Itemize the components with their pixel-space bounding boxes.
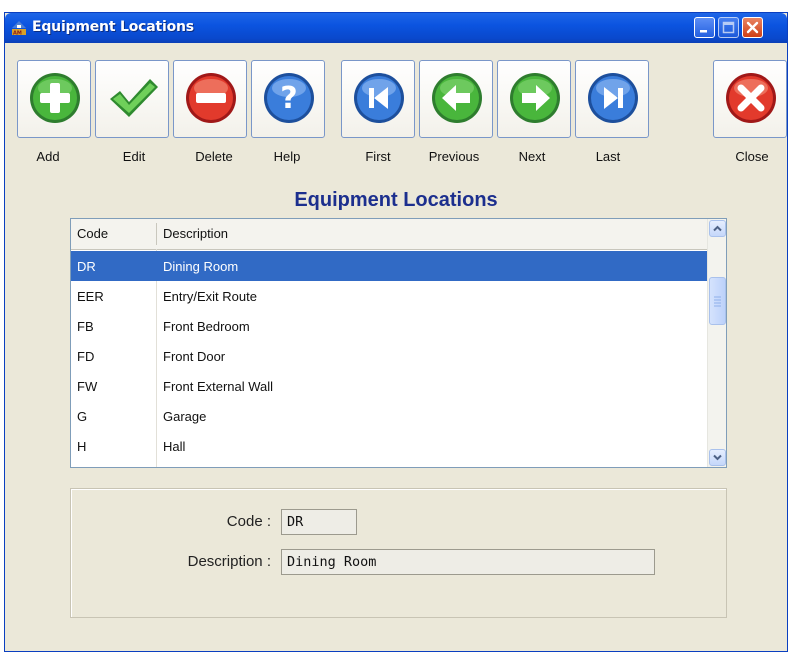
cell-description: Front External Wall bbox=[163, 379, 274, 394]
cell-description: Front Bedroom bbox=[163, 319, 250, 334]
first-label: First bbox=[365, 149, 391, 164]
maximize-button[interactable] bbox=[718, 17, 739, 38]
add-button[interactable] bbox=[17, 60, 91, 138]
table-row[interactable]: FD Front Door bbox=[71, 341, 707, 371]
first-icon bbox=[354, 73, 404, 123]
cell-code: EER bbox=[77, 289, 104, 304]
code-field[interactable]: DR bbox=[281, 509, 357, 535]
first-button[interactable] bbox=[341, 60, 415, 138]
column-divider bbox=[156, 223, 157, 245]
window-title: Equipment Locations bbox=[32, 19, 194, 35]
chevron-up-icon bbox=[713, 225, 722, 232]
minimize-icon bbox=[700, 30, 707, 33]
svg-text:AM: AM bbox=[13, 31, 22, 37]
window-close-button[interactable] bbox=[742, 17, 763, 38]
minimize-button[interactable] bbox=[694, 17, 715, 38]
cell-description: Entry/Exit Route bbox=[163, 289, 257, 304]
previous-label: Previous bbox=[428, 149, 480, 164]
locations-table[interactable]: Code Description DR Dining Room EER Entry/E… bbox=[70, 218, 727, 468]
code-label: Code : bbox=[226, 513, 271, 530]
scroll-down-button[interactable] bbox=[709, 449, 726, 466]
arrow-left-icon bbox=[432, 73, 482, 123]
cell-description: Front Door bbox=[163, 349, 226, 364]
app-icon: AM bbox=[12, 21, 26, 37]
vertical-scrollbar[interactable] bbox=[707, 219, 726, 467]
edit-label: Edit bbox=[122, 149, 146, 164]
table-row[interactable]: EER Entry/Exit Route bbox=[71, 281, 707, 311]
question-icon: ? bbox=[264, 73, 314, 123]
close-button[interactable] bbox=[713, 60, 787, 138]
table-row[interactable]: G Garage bbox=[71, 401, 707, 431]
last-label: Last bbox=[595, 149, 621, 164]
table-row[interactable]: H Hall bbox=[71, 431, 707, 461]
svg-text:?: ? bbox=[280, 81, 297, 116]
cell-code: G bbox=[77, 409, 88, 424]
next-button[interactable] bbox=[497, 60, 571, 138]
table-row[interactable]: FW Front External Wall bbox=[71, 371, 707, 401]
cell-description: Garage bbox=[163, 409, 207, 424]
scroll-thumb[interactable] bbox=[709, 277, 726, 325]
column-header-description[interactable]: Description bbox=[163, 226, 228, 241]
arrow-right-icon bbox=[510, 73, 560, 123]
app-window: AM Equipment Locations Add Edit Delete ?… bbox=[4, 12, 788, 652]
cell-code: FW bbox=[77, 379, 98, 394]
previous-button[interactable] bbox=[419, 60, 493, 138]
cell-code: DR bbox=[77, 259, 96, 274]
maximize-icon bbox=[722, 21, 735, 34]
minus-icon bbox=[186, 73, 236, 123]
help-button[interactable]: ? bbox=[251, 60, 325, 138]
column-header-code[interactable]: Code bbox=[77, 226, 108, 241]
delete-label: Delete bbox=[195, 149, 233, 164]
description-field[interactable]: Dining Room bbox=[281, 549, 655, 575]
cell-code: H bbox=[77, 439, 87, 454]
cell-description: Dining Room bbox=[163, 259, 239, 274]
x-icon bbox=[726, 73, 776, 123]
help-label: Help bbox=[273, 149, 301, 164]
checkmark-icon bbox=[110, 79, 158, 117]
table-header: Code Description bbox=[71, 219, 707, 250]
close-label: Close bbox=[735, 149, 769, 164]
delete-button[interactable] bbox=[173, 60, 247, 138]
cell-code: FD bbox=[77, 349, 95, 364]
detail-panel: Code : DR Description : Dining Room bbox=[70, 488, 727, 618]
description-label: Description : bbox=[187, 553, 271, 570]
last-icon bbox=[588, 73, 638, 123]
table-row[interactable]: FB Front Bedroom bbox=[71, 311, 707, 341]
table-row[interactable]: DR Dining Room bbox=[71, 251, 707, 281]
add-label: Add bbox=[36, 149, 60, 164]
close-icon bbox=[746, 21, 759, 34]
cell-description: Hall bbox=[163, 439, 186, 454]
scroll-up-button[interactable] bbox=[709, 220, 726, 237]
cell-code: FB bbox=[77, 319, 94, 334]
plus-icon bbox=[30, 73, 80, 123]
grip-icon bbox=[714, 296, 721, 307]
next-label: Next bbox=[518, 149, 546, 164]
edit-button[interactable] bbox=[95, 60, 169, 138]
chevron-down-icon bbox=[713, 454, 722, 461]
page-title: Equipment Locations bbox=[294, 189, 498, 211]
last-button[interactable] bbox=[575, 60, 649, 138]
title-bar[interactable]: AM Equipment Locations bbox=[5, 13, 787, 43]
